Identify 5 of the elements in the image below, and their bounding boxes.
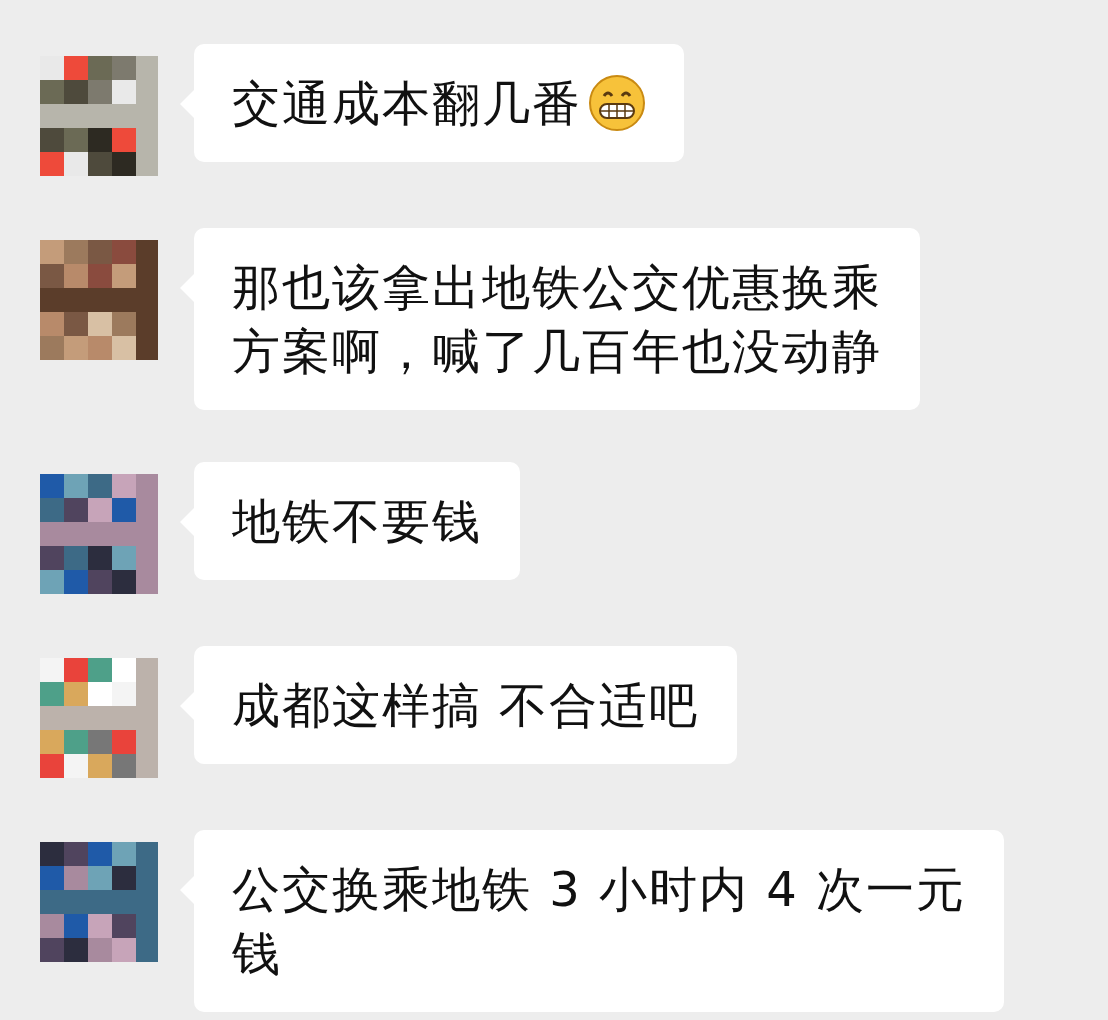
- message-text: 那也该拿出地铁公交优惠换乘 方案啊，喊了几百年也没动静: [232, 258, 882, 381]
- message-text: 交通成本翻几番: [232, 74, 582, 133]
- message-text: 成都这样搞 不合适吧: [232, 676, 700, 735]
- message-text: 公交换乘地铁 3 小时内 4 次一元 钱: [232, 860, 967, 983]
- message-text: 地铁不要钱: [232, 492, 482, 551]
